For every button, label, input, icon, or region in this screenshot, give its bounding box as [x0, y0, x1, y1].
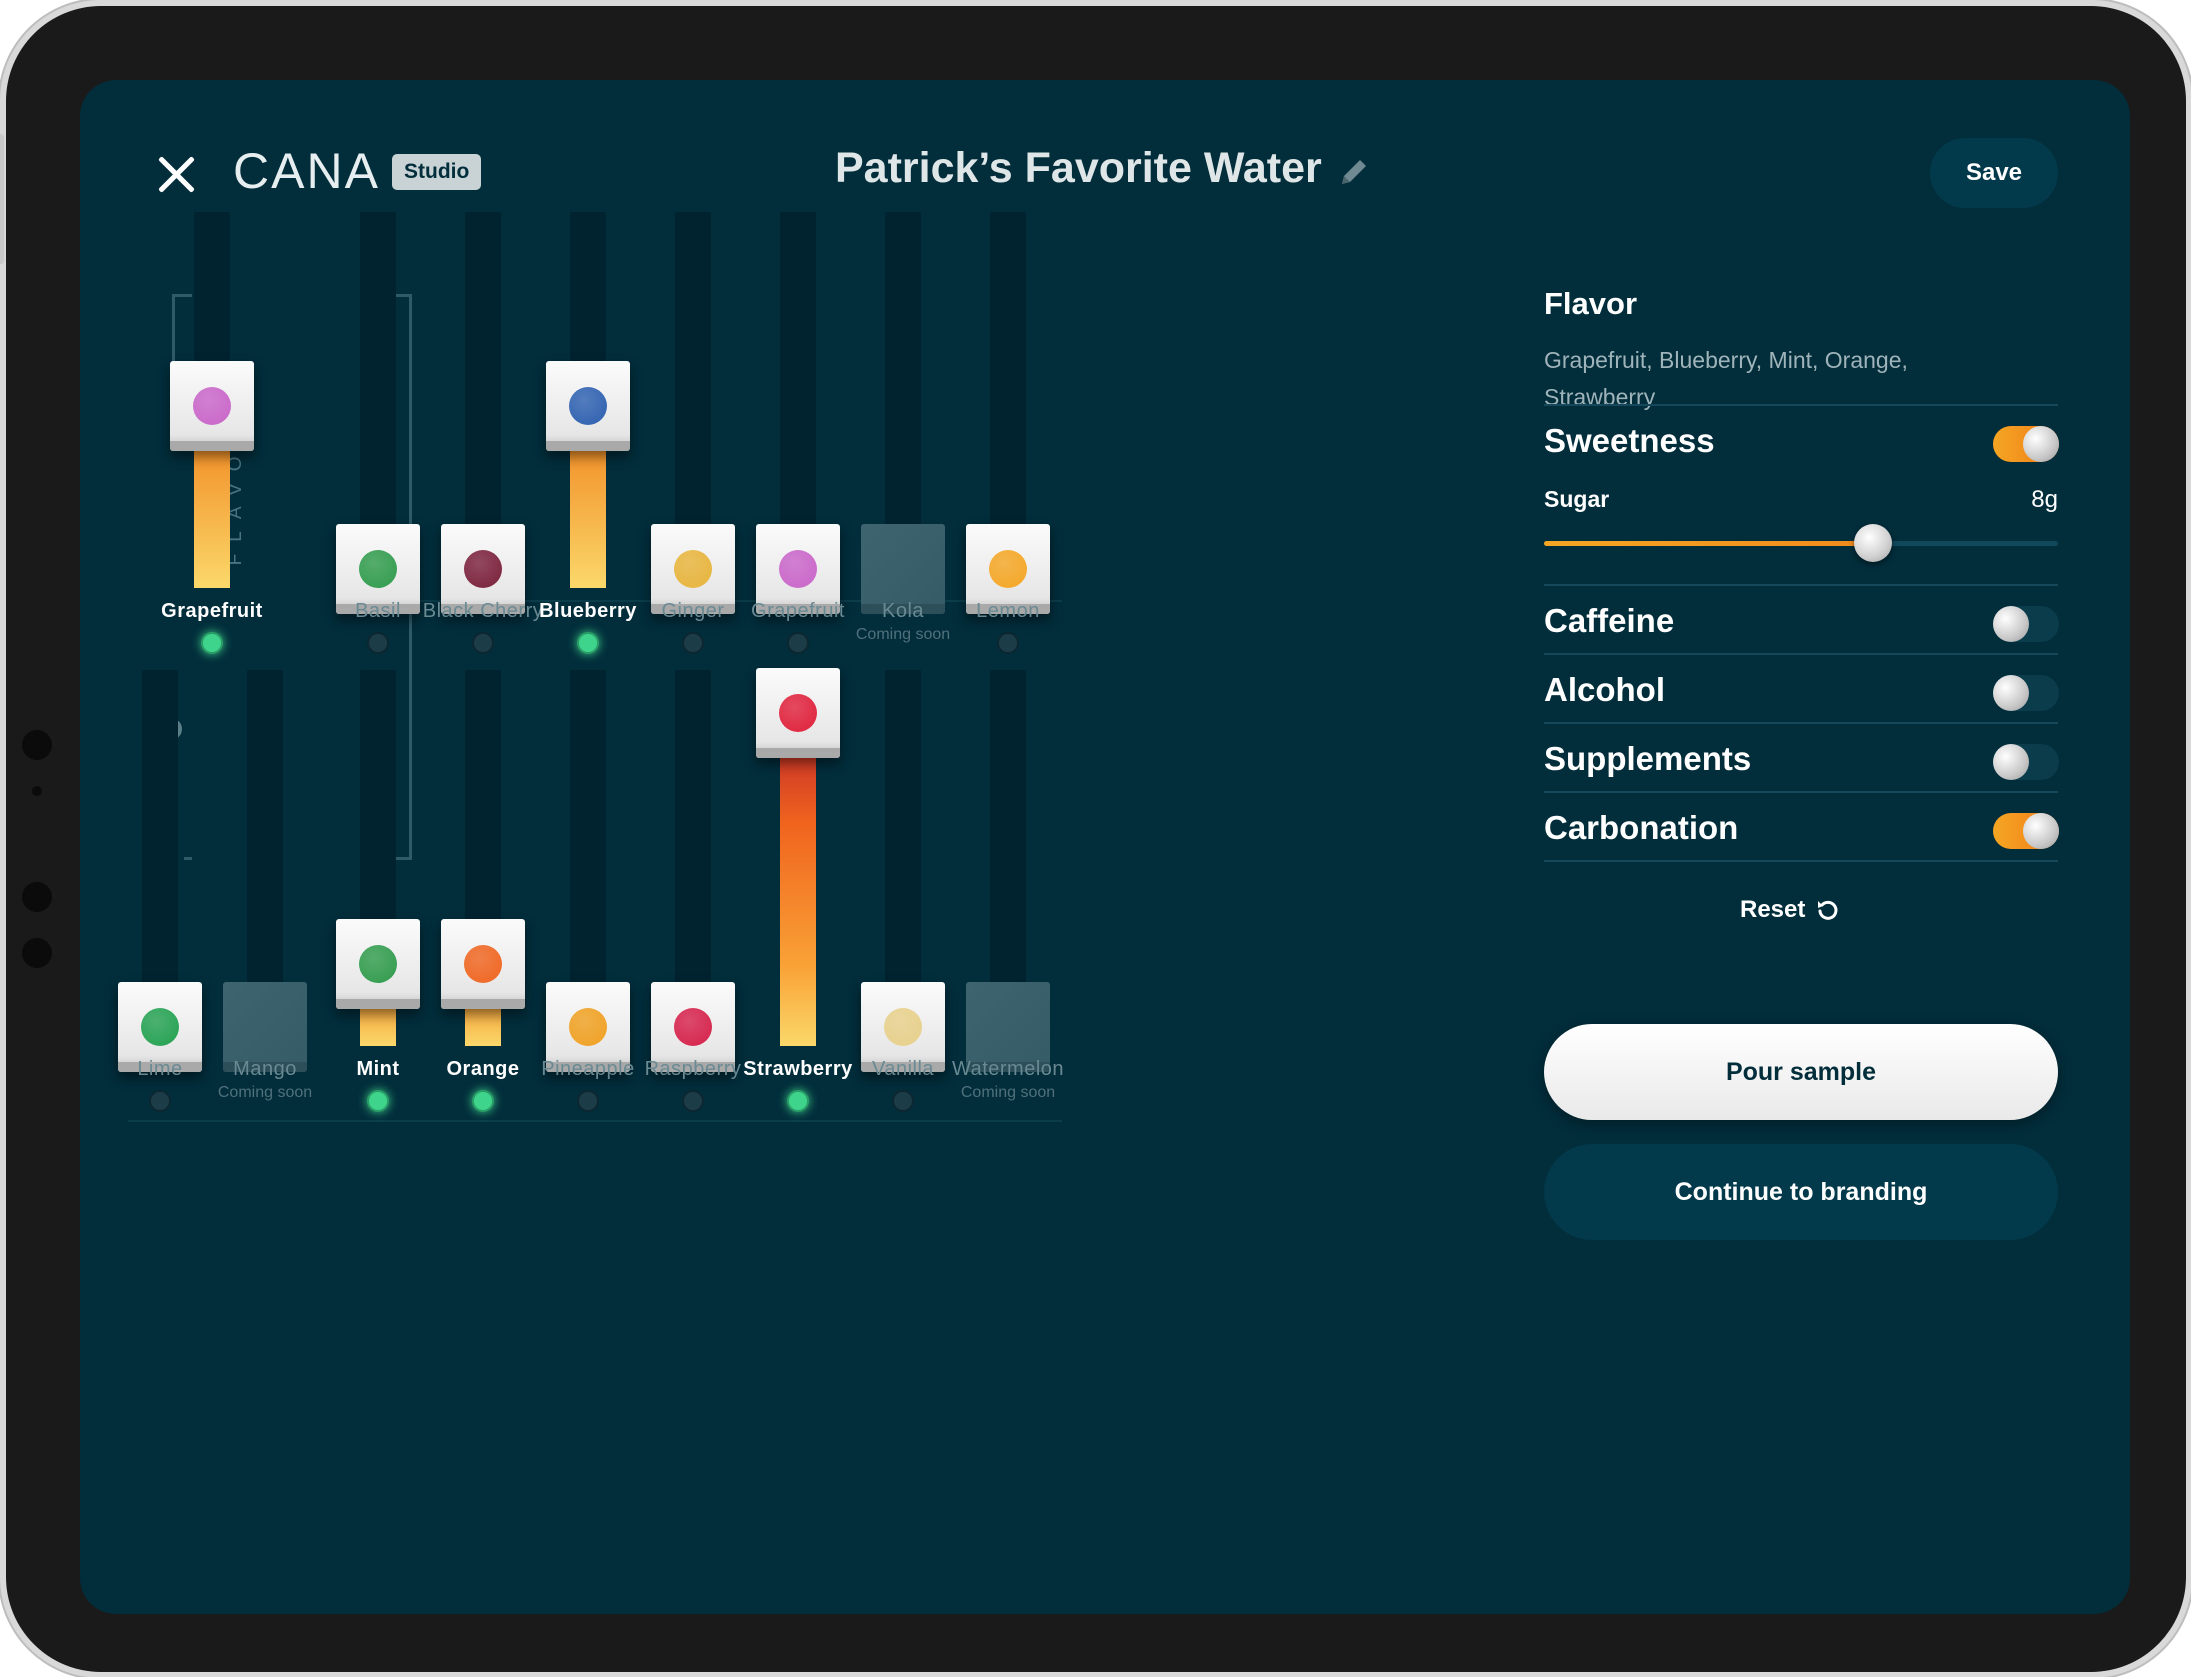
vanilla-icon — [884, 1008, 922, 1046]
sugar-slider-thumb[interactable] — [1853, 524, 1892, 562]
status-led — [367, 632, 389, 654]
toggle-thumb — [1993, 744, 2029, 780]
status-led — [149, 1090, 171, 1112]
lemon-icon — [989, 550, 1027, 588]
carbonation-toggle[interactable] — [1993, 813, 2059, 849]
flavor-label: Lemon — [976, 600, 1040, 622]
flavor-heading: Flavor — [1544, 286, 1638, 321]
status-led — [682, 1090, 704, 1112]
toggle-thumb — [2023, 813, 2059, 849]
grapefruit-icon — [193, 386, 231, 425]
sweetness-label: Sweetness — [1544, 422, 1715, 459]
camera-dot — [22, 938, 52, 968]
pencil-icon[interactable] — [1336, 154, 1372, 190]
ginger-icon — [674, 550, 712, 588]
caffeine-label: Caffeine — [1544, 602, 1675, 639]
blueberry-icon — [569, 386, 607, 425]
raspberry-icon — [674, 1008, 712, 1046]
status-led — [472, 632, 494, 654]
status-led — [201, 632, 223, 654]
status-led — [577, 632, 599, 654]
black-cherry-icon — [464, 550, 502, 588]
sugar-slider[interactable] — [1544, 524, 2058, 562]
reset-icon — [1818, 900, 1838, 920]
tablet-frame: CANA Studio Patrick’s Favorite Water Sav… — [0, 6, 2186, 1672]
baseline — [128, 1120, 1062, 1122]
slider-knob[interactable] — [546, 360, 630, 451]
grapefruit-icon — [779, 550, 817, 588]
continue-branding-button[interactable]: Continue to branding — [1544, 1144, 2058, 1240]
slider-knob[interactable] — [756, 668, 840, 758]
reset-label: Reset — [1740, 896, 1806, 923]
divider — [1544, 404, 2058, 406]
status-led — [367, 1090, 389, 1112]
mint-icon — [359, 945, 397, 984]
supplements-label: Supplements — [1544, 740, 1752, 777]
slider-knob[interactable] — [336, 919, 420, 1010]
carbonation-label: Carbonation — [1544, 809, 1739, 846]
status-led — [472, 1090, 494, 1112]
divider — [1544, 791, 2058, 793]
sensor-dot — [32, 786, 42, 796]
divider — [1544, 584, 2058, 586]
status-led — [577, 1090, 599, 1112]
orange-icon — [464, 945, 502, 984]
toggle-thumb — [1993, 606, 2029, 642]
toggle-thumb — [1993, 675, 2029, 711]
basil-icon — [359, 550, 397, 588]
lime-icon — [141, 1008, 179, 1046]
flavor-label: Grapefruit — [161, 600, 263, 622]
camera-dot — [22, 730, 52, 760]
sugar-value: 8g — [2031, 486, 2058, 513]
coming-soon-label: Coming soon — [855, 626, 951, 643]
sugar-label: Sugar — [1544, 486, 1610, 512]
pour-sample-button[interactable]: Pour sample — [1544, 1024, 2058, 1120]
slider-fill — [780, 728, 816, 1046]
reset-button[interactable]: Reset — [1740, 890, 1870, 930]
status-led — [682, 632, 704, 654]
status-led — [997, 632, 1019, 654]
sugar-slider-fill — [1544, 541, 1873, 546]
camera-dot — [22, 882, 52, 912]
coming-soon-label: Coming soon — [217, 1084, 313, 1101]
close-icon[interactable] — [152, 150, 200, 198]
coming-soon-label: Coming soon — [960, 1084, 1056, 1101]
side-button — [0, 134, 4, 264]
studio-badge: Studio — [392, 154, 482, 190]
alcohol-label: Alcohol — [1544, 671, 1665, 708]
slider-knob[interactable] — [441, 919, 525, 1010]
divider — [1544, 653, 2058, 655]
status-led — [892, 1090, 914, 1112]
recipe-title[interactable]: Patrick’s Favorite Water — [835, 144, 1322, 193]
toggle-thumb — [2023, 426, 2059, 462]
alcohol-toggle[interactable] — [1993, 675, 2059, 711]
divider — [1544, 722, 2058, 724]
caffeine-toggle[interactable] — [1993, 606, 2059, 642]
sweetness-toggle[interactable] — [1993, 426, 2059, 462]
pineapple-icon — [569, 1008, 607, 1046]
status-led — [787, 1090, 809, 1112]
brand-logo: CANA — [233, 143, 380, 199]
save-button[interactable]: Save — [1930, 138, 2058, 208]
slider-knob[interactable] — [170, 360, 254, 451]
status-led — [787, 632, 809, 654]
app-screen: CANA Studio Patrick’s Favorite Water Sav… — [80, 80, 2130, 1614]
flavor-label: Watermelon — [951, 1058, 1065, 1080]
strawberry-icon — [779, 694, 817, 732]
divider — [1544, 860, 2058, 862]
supplements-toggle[interactable] — [1993, 744, 2059, 780]
